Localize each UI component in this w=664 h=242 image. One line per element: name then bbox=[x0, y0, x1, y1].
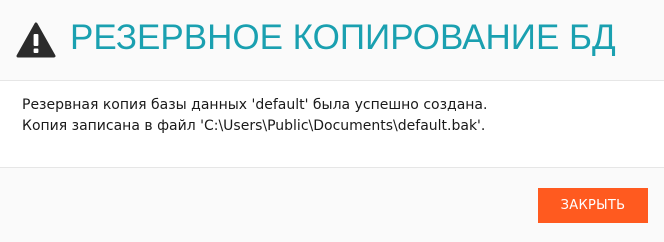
dialog-header: РЕЗЕРВНОЕ КОПИРОВАНИЕ БД bbox=[0, 0, 664, 81]
message-line-2: Копия записана в файл 'C:\Users\Public\D… bbox=[22, 118, 486, 134]
dialog-body: Резервная копия базы данных 'default' бы… bbox=[0, 81, 664, 167]
close-button[interactable]: ЗАКРЫТЬ bbox=[538, 188, 648, 223]
backup-dialog: РЕЗЕРВНОЕ КОПИРОВАНИЕ БД Резервная копия… bbox=[0, 0, 664, 242]
warning-icon bbox=[16, 22, 56, 58]
dialog-title: РЕЗЕРВНОЕ КОПИРОВАНИЕ БД bbox=[70, 18, 616, 57]
dialog-message: Резервная копия базы данных 'default' бы… bbox=[22, 95, 487, 137]
dialog-footer: ЗАКРЫТЬ bbox=[0, 167, 664, 242]
message-line-1: Резервная копия базы данных 'default' бы… bbox=[22, 97, 488, 113]
